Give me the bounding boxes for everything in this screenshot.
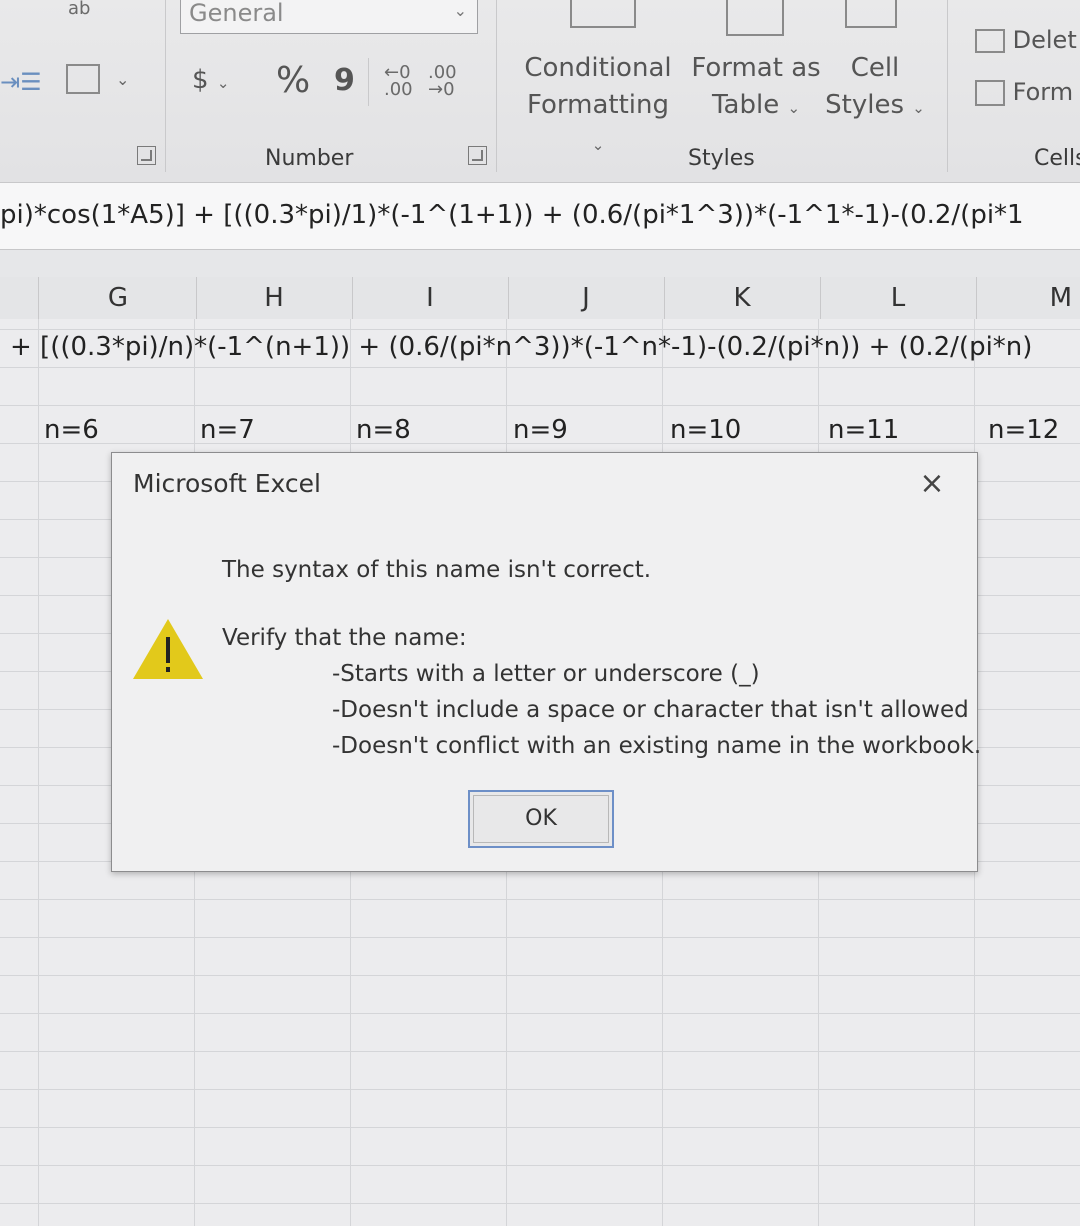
ribbon-separator [496,0,497,172]
dialog-title: Microsoft Excel [133,469,321,498]
column-header-k[interactable]: K [664,283,820,313]
cell-styles-icon [845,0,897,28]
indent-icon[interactable]: ⇥☰ [0,68,42,96]
number-format-select[interactable]: General ⌄ [180,0,478,34]
column-header-m[interactable]: M [976,283,1080,313]
increase-decimal-button[interactable]: ←0 .00 [384,64,428,99]
percent-button[interactable]: % [276,62,310,99]
verify-heading: Verify that the name: [222,625,467,651]
ribbon-separator [368,58,369,106]
cell-styles-button[interactable]: Cell Styles ⌄ [822,50,928,127]
delete-cells-icon [975,29,1005,53]
number-group-label: Number [265,146,354,171]
cells-group-label: Cells [1034,146,1080,171]
merge-center-icon[interactable] [66,64,100,94]
text-direction-icon[interactable]: ab [68,0,90,18]
styles-group-label: Styles [688,146,755,171]
currency-button[interactable]: $ ⌄ [192,62,229,102]
cell-n8[interactable]: n=8 [356,415,411,445]
comma-style-button[interactable]: 9 [334,62,355,99]
merge-dropdown-icon[interactable]: ⌄ [116,70,129,89]
cell-n9[interactable]: n=9 [513,415,568,445]
delete-cells-button[interactable]: Delet [975,26,1077,54]
column-headers: G H I J K L M [0,277,1080,320]
chevron-down-icon: ⌄ [787,99,801,117]
cell-n7[interactable]: n=7 [200,415,255,445]
column-header-g[interactable]: G [40,283,196,313]
number-launcher-icon[interactable] [468,146,487,165]
chevron-down-icon: ⌄ [453,1,467,20]
close-icon[interactable]: × [917,469,947,499]
cell-n12[interactable]: n=12 [988,415,1059,445]
cell-n6[interactable]: n=6 [44,415,99,445]
warning-icon [133,619,203,679]
cell-n11[interactable]: n=11 [828,415,899,445]
cell-n10[interactable]: n=10 [670,415,741,445]
format-as-table-button[interactable]: Format as Table ⌄ [690,50,822,127]
ribbon: ab ⇥☰ ⌄ General ⌄ $ ⌄ % 9 ←0 .00 .00 →0 … [0,0,1080,183]
cell-formula-text[interactable]: + [((0.3*pi)/n)*(-1^(n+1)) + (0.6/(pi*n^… [10,332,1032,362]
chevron-down-icon: ⌄ [591,136,605,154]
error-message: The syntax of this name isn't correct. [222,557,652,583]
format-cells-icon [975,80,1005,106]
ribbon-separator [947,0,948,172]
column-header-i[interactable]: I [352,283,508,313]
error-dialog: Microsoft Excel × The syntax of this nam… [111,452,982,872]
column-divider [38,277,39,319]
chevron-down-icon: ⌄ [912,99,925,117]
alignment-launcher-icon[interactable] [137,146,156,165]
conditional-formatting-icon [570,0,636,28]
rule-item: -Doesn't include a space or character th… [332,697,969,723]
column-header-l[interactable]: L [820,283,976,313]
format-cells-button[interactable]: Form [975,78,1073,106]
ribbon-separator [165,0,166,172]
formula-text: pi)*cos(1*A5)] + [((0.3*pi)/1)*(-1^(1+1)… [0,200,1024,230]
rule-item: -Doesn't conflict with an existing name … [332,733,982,759]
format-as-table-icon [726,0,784,36]
chevron-down-icon: ⌄ [216,74,230,92]
ok-button[interactable]: OK [468,790,614,848]
formula-bar[interactable]: pi)*cos(1*A5)] + [((0.3*pi)/1)*(-1^(1+1)… [0,183,1080,250]
conditional-formatting-button[interactable]: Conditional Formatting ⌄ [518,50,678,164]
column-header-h[interactable]: H [196,283,352,313]
rule-item: -Starts with a letter or underscore (_) [332,661,760,687]
decrease-decimal-button[interactable]: .00 →0 [428,64,472,99]
column-header-j[interactable]: J [508,283,664,313]
